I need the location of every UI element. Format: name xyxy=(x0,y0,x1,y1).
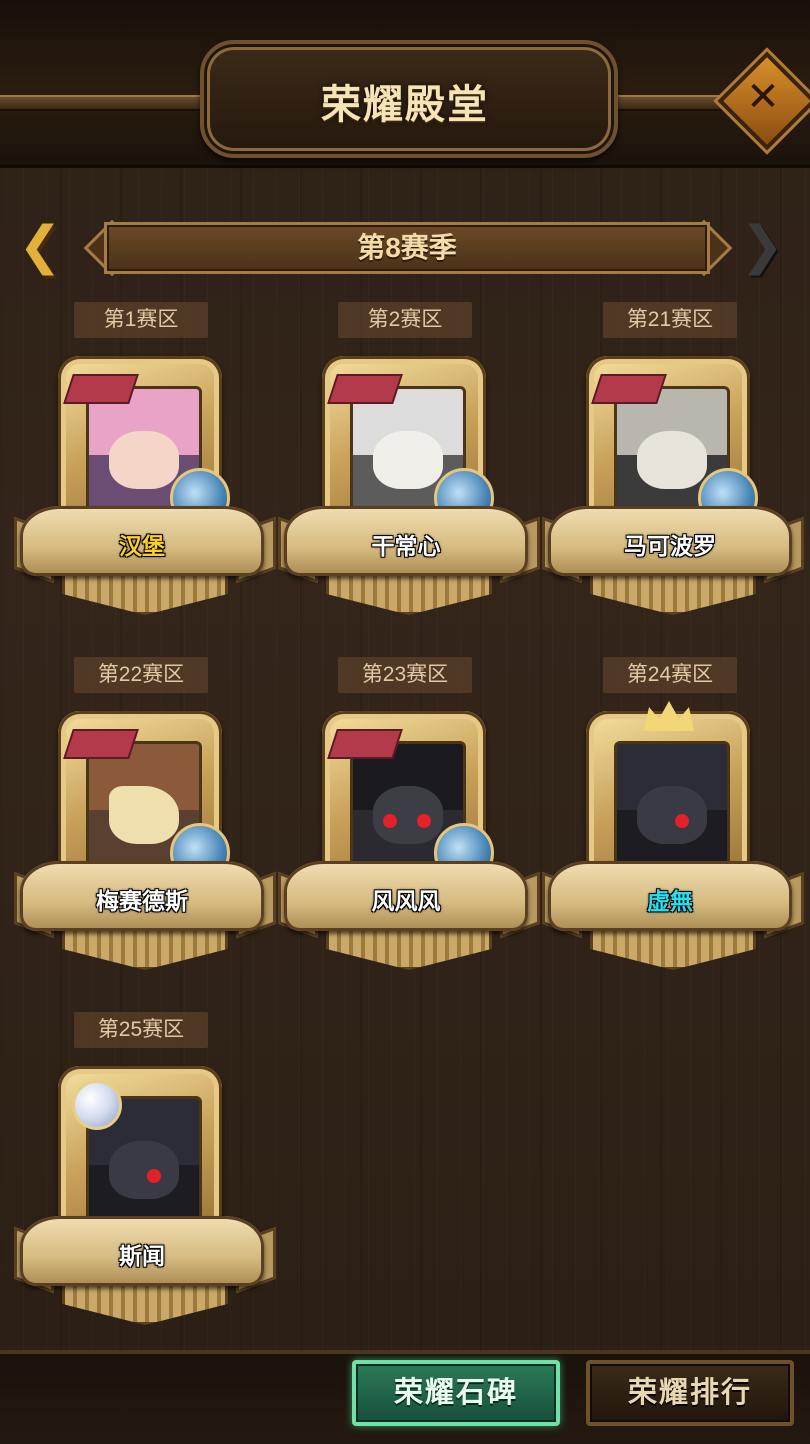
champion-portrait xyxy=(614,741,730,867)
champion-name: 马可波罗 xyxy=(624,533,716,559)
close-x-icon[interactable]: ✕ xyxy=(741,72,785,122)
flag-icon xyxy=(327,729,403,759)
glory-stele-button[interactable]: 荣耀石碑 xyxy=(352,1360,560,1426)
champion-name: 虚無 xyxy=(647,888,693,914)
zone-label: 第23赛区 xyxy=(338,657,472,693)
header: 荣耀殿堂 xyxy=(0,0,810,168)
champion-badge[interactable]: 汉堡 xyxy=(14,356,276,626)
zone-label: 第2赛区 xyxy=(338,302,472,338)
champion-name: 梅赛德斯 xyxy=(96,888,188,914)
flag-icon xyxy=(327,374,403,404)
flag-icon xyxy=(63,374,139,404)
champion-badge[interactable]: 风风风 xyxy=(278,711,540,981)
flag-icon xyxy=(591,374,667,404)
champion-badge[interactable]: 干常心 xyxy=(278,356,540,626)
champion-badge[interactable]: 虚無 xyxy=(542,701,804,981)
champion-badge[interactable]: 马可波罗 xyxy=(542,356,804,626)
chevron-left-icon[interactable]: ❮ xyxy=(8,208,72,284)
champion-badge[interactable]: 梅赛德斯 xyxy=(14,711,276,981)
flag-icon xyxy=(63,729,139,759)
chevron-right-icon[interactable]: ❯ xyxy=(730,208,794,284)
zone-label: 第21赛区 xyxy=(603,302,737,338)
champion-name: 干常心 xyxy=(371,533,441,559)
champion-badge[interactable]: 斯闻 xyxy=(14,1066,276,1336)
glory-ranking-button[interactable]: 荣耀排行 xyxy=(586,1360,794,1426)
zone-label: 第22赛区 xyxy=(74,657,208,693)
champion-name: 汉堡 xyxy=(119,533,165,559)
page-title: 荣耀殿堂 xyxy=(321,83,489,127)
zone-label: 第24赛区 xyxy=(603,657,737,693)
season-label: 第8赛季 xyxy=(357,232,457,263)
moon-orb-icon xyxy=(72,1080,122,1130)
champion-name: 风风风 xyxy=(371,888,441,914)
champion-name: 斯闻 xyxy=(119,1243,165,1269)
zone-label: 第25赛区 xyxy=(74,1012,208,1048)
zone-label: 第1赛区 xyxy=(74,302,208,338)
